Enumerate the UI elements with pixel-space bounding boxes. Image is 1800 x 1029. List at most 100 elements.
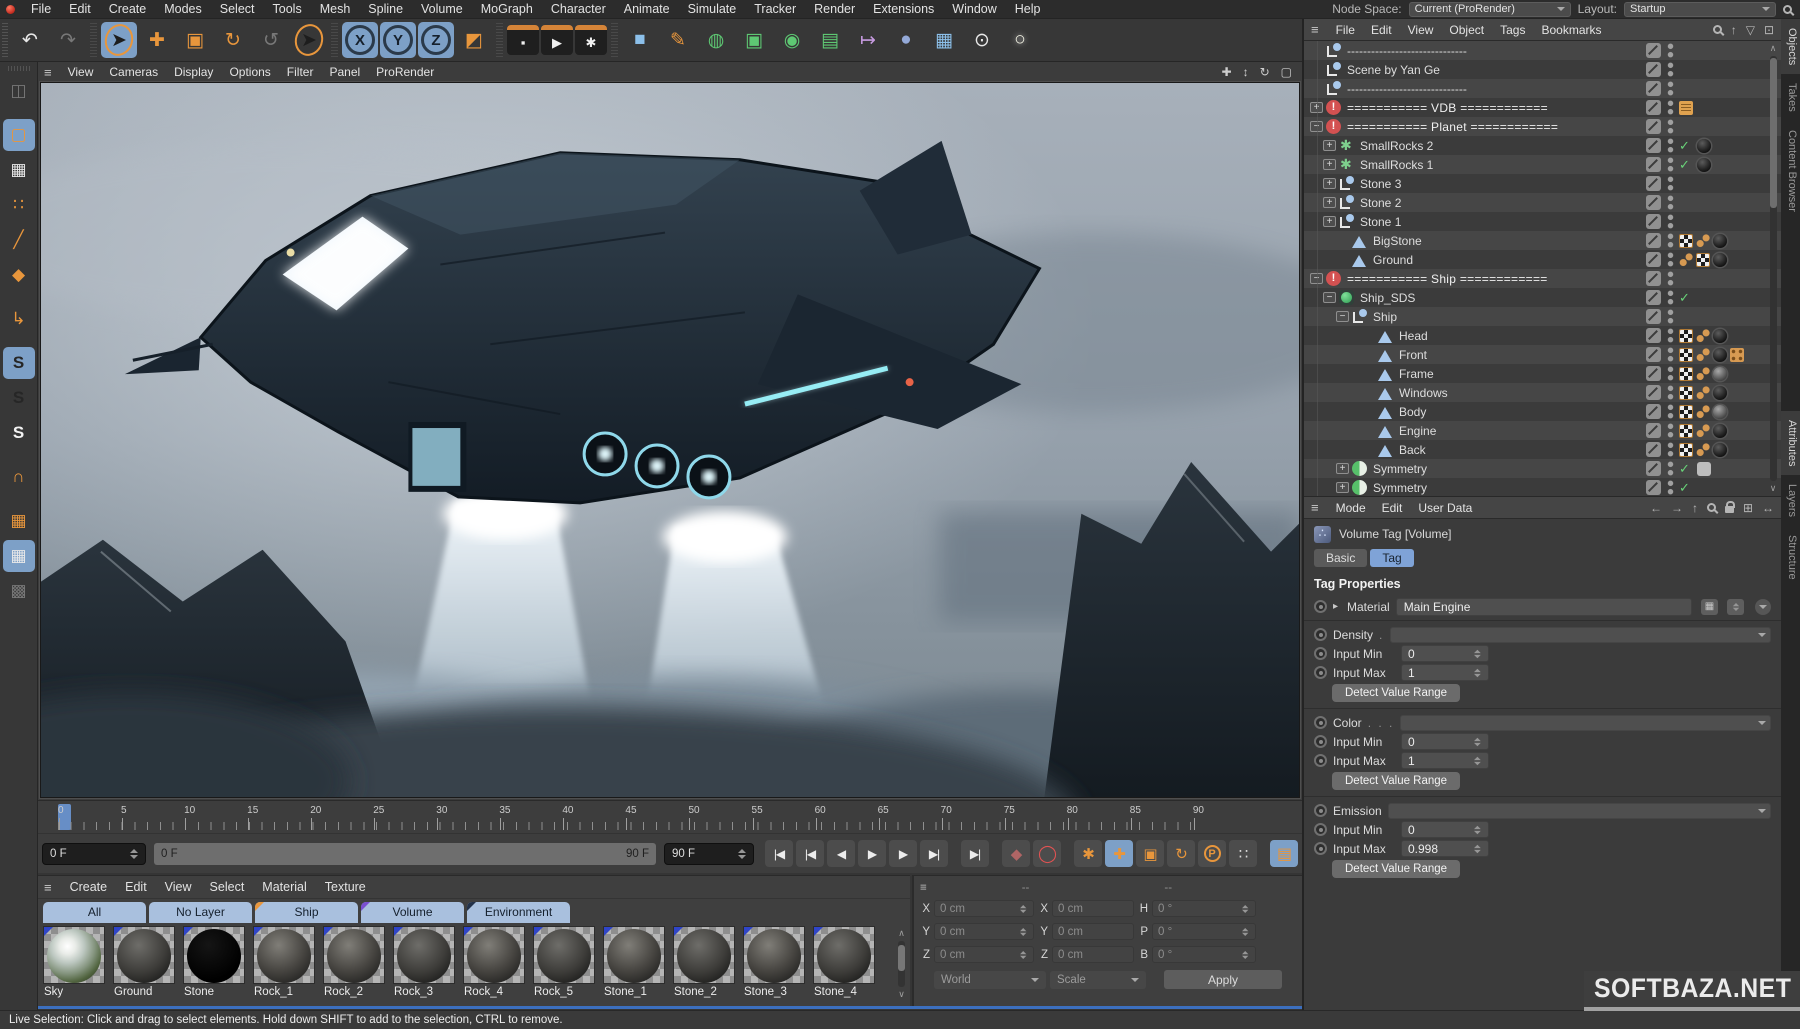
visibility-dots-icon[interactable] bbox=[1667, 214, 1674, 229]
spinner-chevrons-icon[interactable] bbox=[1467, 825, 1481, 834]
layer-edit-icon[interactable] bbox=[1646, 480, 1661, 495]
tree-row-ship-sep[interactable]: − =========== Ship ============ bbox=[1304, 269, 1781, 288]
uvw-tag-icon[interactable] bbox=[1679, 423, 1693, 438]
note-tag-icon[interactable] bbox=[1679, 100, 1693, 115]
search-icon[interactable] bbox=[1712, 25, 1722, 34]
phong-tag-icon[interactable] bbox=[1696, 366, 1710, 381]
dock-tab-takes[interactable]: Takes bbox=[1781, 74, 1800, 121]
layer-edit-icon[interactable] bbox=[1646, 328, 1661, 343]
attribute-menu-item[interactable]: Edit bbox=[1374, 501, 1411, 515]
fields-menu[interactable]: ● bbox=[888, 22, 924, 58]
goto-start-button[interactable]: |◀ bbox=[765, 840, 793, 867]
detect-value-range-button[interactable]: Detect Value Range bbox=[1332, 684, 1461, 702]
phong-tag-icon[interactable] bbox=[1696, 347, 1710, 362]
uvw-tag-icon[interactable] bbox=[1679, 233, 1693, 248]
scroll-thumb[interactable] bbox=[1769, 58, 1777, 208]
visibility-dots-icon[interactable] bbox=[1667, 176, 1674, 191]
input-min-field[interactable]: 0 bbox=[1401, 733, 1489, 750]
visibility-dots-icon[interactable] bbox=[1667, 309, 1674, 324]
workplane-button[interactable]: ▦ bbox=[3, 505, 35, 537]
material-thumbnail[interactable] bbox=[113, 926, 175, 984]
spinner-chevrons-icon[interactable] bbox=[1014, 951, 1027, 959]
scroll-up-icon[interactable]: ∧ bbox=[898, 928, 905, 939]
scroll-down-icon[interactable]: ∨ bbox=[898, 989, 905, 1000]
object-label[interactable]: Head bbox=[1399, 329, 1428, 343]
keyframe-radio[interactable] bbox=[1314, 600, 1327, 613]
input-min-field[interactable]: 0 bbox=[1401, 645, 1489, 662]
snap-toggle[interactable]: ∩ bbox=[3, 461, 35, 493]
layer-edit-icon[interactable] bbox=[1646, 176, 1661, 191]
coordinate-system-toggle[interactable]: ◩ bbox=[456, 22, 492, 58]
menu-item[interactable]: Simulate bbox=[679, 2, 746, 16]
autokey-toggle[interactable]: ◯ bbox=[1033, 840, 1061, 867]
menu-item[interactable]: MoGraph bbox=[472, 2, 542, 16]
filter-icon[interactable]: ▽ bbox=[1746, 23, 1755, 37]
rot-p-field[interactable]: 0 ° bbox=[1152, 923, 1256, 940]
visibility-dots-icon[interactable] bbox=[1667, 81, 1674, 96]
matG-tag-icon[interactable] bbox=[1713, 404, 1727, 419]
tree-row-stone1[interactable]: + Stone 1 bbox=[1304, 212, 1781, 231]
expand-toggle-icon[interactable] bbox=[1362, 444, 1375, 455]
matD-tag-icon[interactable] bbox=[1713, 252, 1727, 267]
menu-item[interactable]: Create bbox=[100, 2, 156, 16]
scroll-up-icon[interactable]: ∧ bbox=[1770, 43, 1777, 54]
lock-x-axis-toggle[interactable]: X bbox=[342, 22, 378, 58]
material-thumbnail[interactable] bbox=[183, 926, 245, 984]
tree-row-smallrocks2[interactable]: + SmallRocks 2 bbox=[1304, 136, 1781, 155]
matD-tag-icon[interactable] bbox=[1713, 423, 1727, 438]
material-menu-item[interactable]: View bbox=[156, 880, 201, 894]
tree-row-windows[interactable]: Windows bbox=[1304, 383, 1781, 402]
expand-toggle-icon[interactable]: − bbox=[1336, 311, 1349, 322]
object-type-icon[interactable] bbox=[1378, 444, 1392, 457]
expand-toggle-icon[interactable]: + bbox=[1323, 197, 1336, 208]
goto-end-button[interactable]: ▶| bbox=[961, 840, 989, 867]
menu-item[interactable]: Help bbox=[1006, 2, 1050, 16]
visibility-dots-icon[interactable] bbox=[1667, 252, 1674, 267]
hamburger-icon[interactable]: ≡ bbox=[1311, 500, 1319, 515]
scale-tool[interactable]: ▣ bbox=[177, 22, 213, 58]
record-position-toggle[interactable]: ✚ bbox=[1105, 840, 1133, 867]
keyframe-radio[interactable] bbox=[1314, 647, 1327, 660]
tree-row-back[interactable]: Back bbox=[1304, 440, 1781, 459]
object-type-icon[interactable] bbox=[1352, 461, 1367, 476]
add-panel-icon[interactable]: ⊞ bbox=[1743, 501, 1753, 515]
object-label[interactable]: =========== VDB ============ bbox=[1347, 101, 1548, 115]
matG-tag-icon[interactable] bbox=[1713, 366, 1727, 381]
forward-arrow-icon[interactable]: → bbox=[1671, 501, 1683, 515]
spinner-chevrons-icon[interactable] bbox=[1236, 951, 1249, 959]
keyframe-radio[interactable] bbox=[1314, 716, 1327, 729]
phong-tag-icon[interactable] bbox=[1696, 385, 1710, 400]
viewport-rotate-icon[interactable]: ↻ bbox=[1260, 65, 1270, 79]
object-label[interactable]: Engine bbox=[1399, 424, 1436, 438]
material-name[interactable]: Rock_1 bbox=[253, 984, 317, 998]
phong-tag-icon[interactable] bbox=[1696, 233, 1710, 248]
viewport-pan-icon[interactable]: ✚ bbox=[1222, 65, 1232, 79]
rot-h-field[interactable]: 0 ° bbox=[1152, 900, 1256, 917]
object-type-icon[interactable] bbox=[1339, 157, 1354, 172]
toolbar-drag-handle[interactable] bbox=[2, 23, 8, 57]
layer-tab[interactable]: Environment bbox=[467, 902, 570, 923]
matD-tag-icon[interactable] bbox=[1713, 385, 1727, 400]
scale-y-field[interactable]: 0 cm bbox=[1052, 923, 1134, 940]
expand-toggle-icon[interactable]: + bbox=[1336, 463, 1349, 474]
layer-edit-icon[interactable] bbox=[1646, 119, 1661, 134]
psr-tween-icon[interactable]: ↺ bbox=[253, 22, 289, 58]
input-min-field[interactable]: 0 bbox=[1401, 821, 1489, 838]
polygon-mode-button[interactable]: ◆ bbox=[3, 259, 35, 291]
expand-toggle-icon[interactable] bbox=[1362, 349, 1375, 360]
object-label[interactable]: Stone 3 bbox=[1360, 177, 1401, 191]
expand-toggle-icon[interactable]: + bbox=[1336, 482, 1349, 493]
layer-edit-icon[interactable] bbox=[1646, 214, 1661, 229]
object-menu-item[interactable]: Edit bbox=[1363, 23, 1400, 37]
object-label[interactable]: Back bbox=[1399, 443, 1426, 457]
layer-edit-icon[interactable] bbox=[1646, 366, 1661, 381]
spinner-chevrons-icon[interactable] bbox=[1467, 737, 1481, 746]
volume-builder-menu[interactable]: ◉ bbox=[774, 22, 810, 58]
keyframe-radio[interactable] bbox=[1314, 735, 1327, 748]
layer-edit-icon[interactable] bbox=[1646, 233, 1661, 248]
texture-picker-button[interactable]: ▦ bbox=[1701, 598, 1718, 615]
menu-item[interactable]: Volume bbox=[412, 2, 472, 16]
material-name[interactable]: Rock_4 bbox=[463, 984, 527, 998]
visibility-dots-icon[interactable] bbox=[1667, 100, 1674, 115]
rot-b-field[interactable]: 0 ° bbox=[1152, 946, 1256, 963]
